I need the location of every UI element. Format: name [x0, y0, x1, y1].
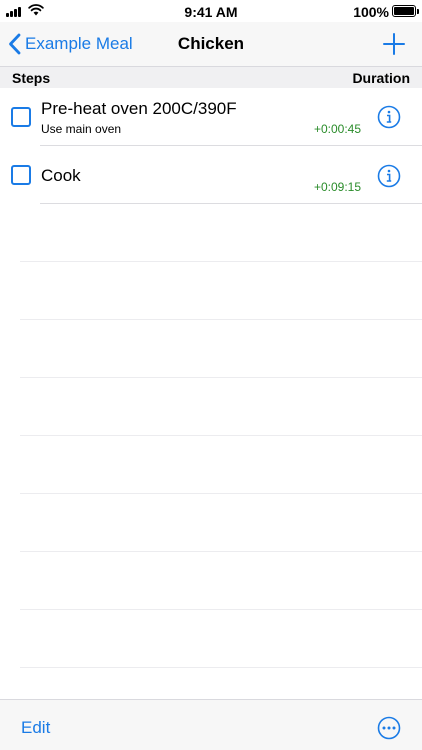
row-separator	[20, 435, 422, 436]
step-duration: +0:09:15	[313, 180, 361, 194]
row-separator	[20, 493, 422, 494]
row-separator	[20, 551, 422, 552]
row-separator	[20, 609, 422, 610]
step-subtitle: Use main oven	[41, 122, 122, 136]
row-separator	[20, 319, 422, 320]
step-info-button[interactable]	[377, 105, 401, 129]
screen: 9:41 AM 100% Example Meal Chicken Steps …	[0, 0, 422, 750]
step-info-button[interactable]	[377, 164, 401, 188]
more-button[interactable]	[377, 716, 401, 740]
plus-icon	[383, 33, 405, 55]
step-title: Cook	[41, 166, 81, 185]
bottom-toolbar: Edit	[0, 699, 422, 750]
add-step-button[interactable]	[382, 32, 406, 56]
duration-column-header: Duration	[352, 70, 410, 86]
steps-list: Pre-heat oven 200C/390F Use main oven +0…	[0, 88, 422, 204]
step-duration: +0:00:45	[313, 122, 361, 136]
info-icon	[377, 164, 401, 188]
table-row[interactable]: Pre-heat oven 200C/390F Use main oven +0…	[0, 88, 422, 146]
battery-percentage: 100%	[353, 4, 389, 20]
row-separator	[20, 667, 422, 668]
row-separator	[40, 203, 422, 204]
row-separator	[20, 377, 422, 378]
step-title: Pre-heat oven 200C/390F	[41, 99, 237, 118]
steps-column-header: Steps	[12, 70, 51, 86]
status-bar: 9:41 AM 100%	[0, 0, 422, 22]
row-separator	[20, 261, 422, 262]
table-row[interactable]: Cook +0:09:15	[0, 146, 422, 204]
navigation-bar: Example Meal Chicken	[0, 22, 422, 66]
section-header: Steps Duration	[0, 66, 422, 88]
info-icon	[377, 105, 401, 129]
page-title: Chicken	[177, 34, 245, 53]
step-checkbox[interactable]	[11, 107, 31, 127]
battery-icon	[392, 5, 419, 17]
step-checkbox[interactable]	[11, 165, 31, 185]
ellipsis-circle-icon	[377, 716, 401, 740]
edit-button[interactable]: Edit	[21, 718, 50, 738]
